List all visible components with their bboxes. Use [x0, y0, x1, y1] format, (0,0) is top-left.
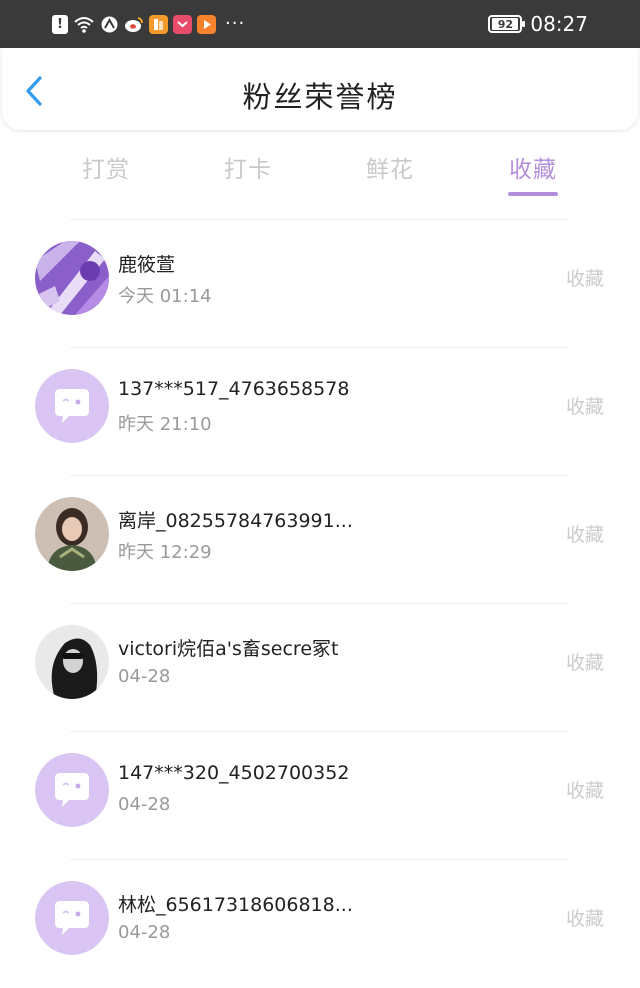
list-item[interactable]: 鹿筱萱 今天 01:14 收藏 [0, 220, 640, 348]
tab-favorite[interactable]: 收藏 [483, 150, 583, 196]
reader-app-icon [149, 14, 168, 34]
avatar [35, 241, 109, 315]
fan-name: 137***517_4763658578 [118, 378, 350, 400]
fan-time: 昨天 12:29 [118, 542, 212, 563]
fan-name: victori烷佰a's畜secre冢t [118, 638, 339, 660]
page-header: 粉丝荣誉榜 [2, 48, 638, 130]
default-avatar-icon [35, 753, 109, 827]
tab-bar: 打赏 打卡 鲜花 收藏 [35, 150, 605, 210]
fan-name: 147***320_4502700352 [118, 762, 350, 784]
fan-name: 离岸_08255784763991... [118, 510, 353, 532]
list-item[interactable]: 林松_65617318606818... 04-28 收藏 [0, 860, 640, 988]
favorite-label: 收藏 [565, 524, 604, 546]
fan-time: 04-28 [118, 922, 171, 943]
avatar [35, 625, 109, 699]
browser-icon [101, 16, 118, 32]
weibo-icon [125, 16, 143, 32]
fan-time: 昨天 21:10 [118, 414, 212, 435]
fan-time: 今天 01:14 [118, 286, 212, 307]
status-bar: ! ··· 92 08:27 [0, 0, 640, 48]
favorite-label: 收藏 [565, 652, 604, 674]
fan-name: 鹿筱萱 [118, 254, 176, 276]
tab-checkin[interactable]: 打卡 [198, 150, 298, 184]
more-notifications-icon: ··· [225, 13, 246, 34]
notification-icons: ! ··· [52, 12, 245, 36]
tab-reward[interactable]: 打赏 [56, 150, 156, 184]
avatar [35, 497, 109, 571]
alert-icon: ! [52, 14, 68, 34]
fan-name: 林松_65617318606818... [118, 894, 353, 916]
clock: 08:27 [530, 12, 588, 36]
fan-time: 04-28 [118, 794, 171, 815]
store-app-icon [173, 14, 192, 34]
tab-flowers[interactable]: 鲜花 [340, 150, 440, 184]
battery-icon: 92 [488, 15, 526, 33]
video-app-icon [197, 14, 216, 34]
favorite-label: 收藏 [565, 908, 604, 930]
favorite-label: 收藏 [565, 780, 604, 802]
list-item[interactable]: victori烷佰a's畜secre冢t 04-28 收藏 [0, 604, 640, 732]
fan-time: 04-28 [118, 666, 171, 687]
default-avatar-icon [35, 881, 109, 955]
favorite-label: 收藏 [565, 268, 604, 290]
list-item[interactable]: 137***517_4763658578 昨天 21:10 收藏 [0, 348, 640, 476]
battery-level: 92 [492, 18, 519, 31]
page-title: 粉丝荣誉榜 [242, 80, 398, 114]
default-avatar-icon [35, 369, 109, 443]
wifi-icon [74, 16, 94, 33]
favorite-label: 收藏 [565, 396, 604, 418]
list-item[interactable]: 离岸_08255784763991... 昨天 12:29 收藏 [0, 476, 640, 604]
list-item[interactable]: 147***320_4502700352 04-28 收藏 [0, 732, 640, 860]
active-tab-indicator [508, 192, 558, 196]
